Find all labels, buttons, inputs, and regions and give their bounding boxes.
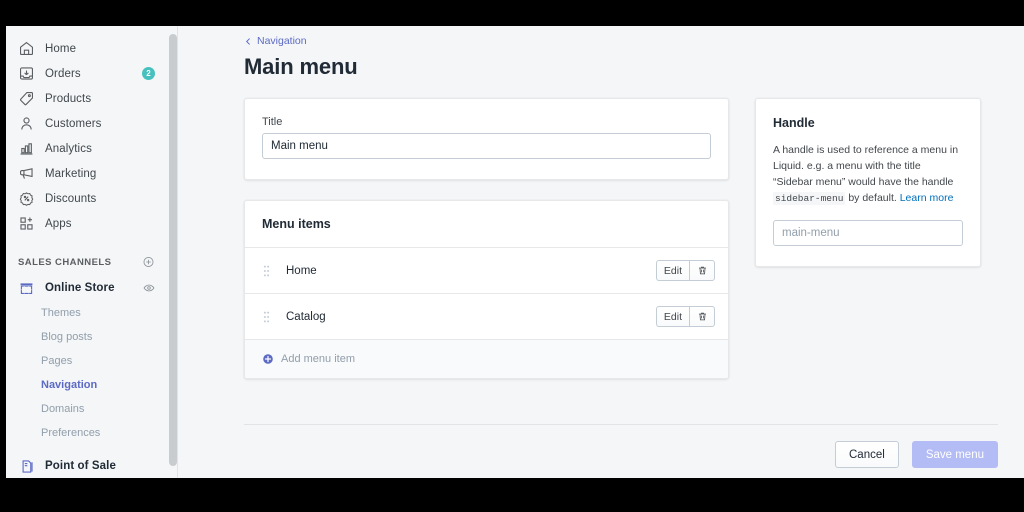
apps-icon [18, 215, 35, 232]
breadcrumb-label: Navigation [257, 35, 307, 47]
sales-channels-section-header: SALES CHANNELS [6, 249, 177, 275]
sidebar-item-navigation[interactable]: Navigation [6, 373, 177, 397]
products-tag-icon [18, 90, 35, 107]
sidebar-item-label: Products [45, 92, 92, 105]
row-actions: Edit [655, 260, 715, 281]
primary-column: Title Menu items Home Edit [244, 98, 729, 379]
sidebar-item-label: Marketing [45, 167, 97, 180]
sidebar-item-orders[interactable]: Orders 2 [6, 61, 177, 86]
content-columns: Title Menu items Home Edit [244, 98, 998, 379]
sidebar-item-label: Online Store [45, 282, 115, 294]
sidebar-scrollbar-thumb[interactable] [169, 34, 177, 466]
sidebar-item-point-of-sale[interactable]: Point of Sale [6, 453, 177, 478]
sidebar-item-preferences[interactable]: Preferences [6, 421, 177, 445]
sidebar-item-label: Preferences [41, 427, 101, 439]
menu-items-card: Menu items Home Edit Catalog Edit Add me… [244, 200, 729, 379]
edit-button[interactable]: Edit [655, 260, 689, 281]
analytics-bar-chart-icon [18, 140, 35, 157]
sidebar-item-blog-posts[interactable]: Blog posts [6, 325, 177, 349]
drag-handle-icon[interactable] [262, 311, 271, 323]
cancel-button[interactable]: Cancel [835, 441, 899, 468]
sidebar-item-customers[interactable]: Customers [6, 111, 177, 136]
point-of-sale-icon [18, 458, 35, 475]
row-actions: Edit [655, 306, 715, 327]
trash-icon [697, 265, 708, 276]
sidebar-item-label: Analytics [45, 142, 92, 155]
sidebar-item-themes[interactable]: Themes [6, 301, 177, 325]
delete-button[interactable] [689, 306, 715, 327]
main-sidebar: Home Orders 2 Products Customers Analyti… [6, 26, 178, 478]
sidebar-item-label: Domains [41, 403, 85, 415]
chevron-left-icon [244, 37, 253, 46]
title-field-label: Title [262, 116, 283, 128]
sidebar-item-online-store[interactable]: Online Store [6, 275, 177, 301]
sidebar-item-label: Navigation [41, 379, 98, 391]
customers-icon [18, 115, 35, 132]
menu-item-label: Home [286, 264, 317, 277]
sidebar-item-marketing[interactable]: Marketing [6, 161, 177, 186]
handle-desc-code: sidebar-menu [773, 192, 846, 205]
sidebar-item-analytics[interactable]: Analytics [6, 136, 177, 161]
sidebar-item-label: Point of Sale [45, 460, 116, 472]
marketing-megaphone-icon [18, 165, 35, 182]
sidebar-item-label: Orders [45, 67, 81, 80]
sidebar-item-home[interactable]: Home [6, 36, 177, 61]
sales-channels-heading: SALES CHANNELS [18, 256, 112, 268]
orders-count-badge: 2 [142, 67, 155, 80]
sidebar-scrollbar[interactable] [169, 26, 177, 478]
plus-circle-icon [262, 353, 274, 365]
handle-desc-part2: by default. [845, 192, 900, 204]
menu-items-heading: Menu items [245, 201, 728, 248]
sidebar-item-label: Customers [45, 117, 102, 130]
save-menu-button[interactable]: Save menu [911, 441, 998, 468]
edit-button[interactable]: Edit [655, 306, 689, 327]
sidebar-item-label: Pages [41, 355, 73, 367]
sidebar-item-label: Blog posts [41, 331, 93, 343]
sidebar-item-pages[interactable]: Pages [6, 349, 177, 373]
discounts-icon [18, 190, 35, 207]
footer-actions: Cancel Save menu [244, 424, 998, 468]
drag-handle-icon[interactable] [262, 265, 271, 277]
title-input[interactable] [262, 133, 711, 159]
handle-desc-part1: A handle is used to reference a menu in … [773, 144, 959, 188]
add-menu-item-row[interactable]: Add menu item [245, 340, 728, 378]
page-title: Main menu [244, 54, 358, 79]
sidebar-item-products[interactable]: Products [6, 86, 177, 111]
title-card: Title [244, 98, 729, 180]
secondary-column: Handle A handle is used to reference a m… [755, 98, 981, 379]
sidebar-item-label: Themes [41, 307, 81, 319]
delete-button[interactable] [689, 260, 715, 281]
online-store-icon [18, 280, 35, 297]
trash-icon [697, 311, 708, 322]
handle-input[interactable] [773, 220, 963, 246]
sidebar-item-label: Home [45, 42, 77, 55]
add-sales-channel-icon[interactable] [142, 256, 155, 269]
app-viewport: Home Orders 2 Products Customers Analyti… [6, 26, 1024, 478]
breadcrumb[interactable]: Navigation [244, 35, 998, 47]
add-menu-item-label: Add menu item [281, 353, 355, 365]
home-icon [18, 40, 35, 57]
table-row[interactable]: Catalog Edit [245, 294, 728, 340]
handle-description: A handle is used to reference a menu in … [773, 142, 963, 207]
sidebar-item-discounts[interactable]: Discounts [6, 186, 177, 211]
handle-card: Handle A handle is used to reference a m… [755, 98, 981, 267]
menu-item-label: Catalog [286, 310, 326, 323]
table-row[interactable]: Home Edit [245, 248, 728, 294]
sidebar-item-label: Discounts [45, 192, 97, 205]
sidebar-item-apps[interactable]: Apps [6, 211, 177, 236]
orders-icon [18, 65, 35, 82]
preview-store-eye-icon[interactable] [143, 282, 155, 294]
handle-heading: Handle [773, 116, 815, 130]
main-content: Navigation Main menu Title Menu items [178, 26, 1024, 478]
sidebar-item-label: Apps [45, 217, 72, 230]
sidebar-item-domains[interactable]: Domains [6, 397, 177, 421]
learn-more-link[interactable]: Learn more [900, 192, 954, 204]
